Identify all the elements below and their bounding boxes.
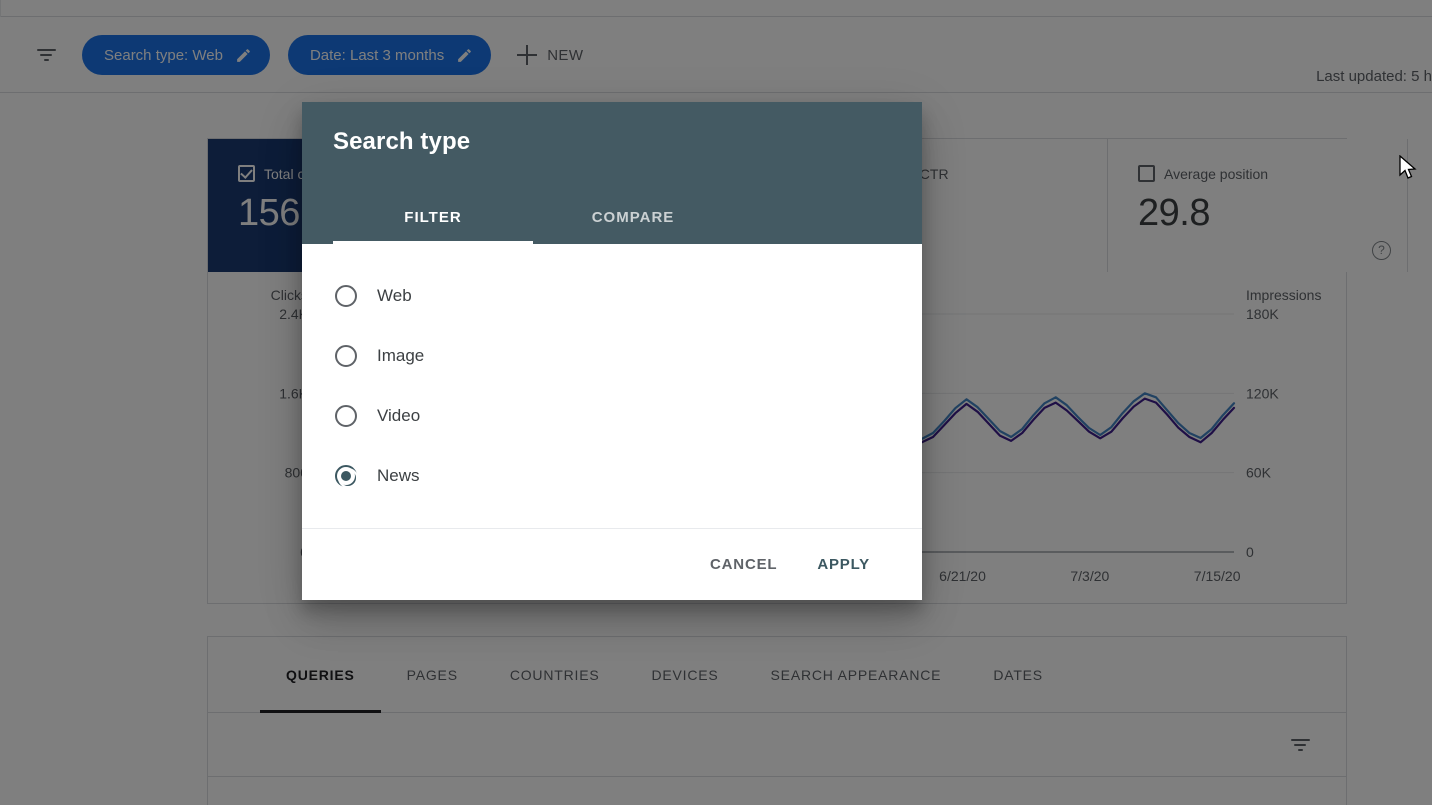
- radio-label-web: Web: [377, 286, 412, 306]
- dialog-tab-filter[interactable]: FILTER: [333, 209, 533, 244]
- radio-option-news[interactable]: News: [302, 446, 922, 506]
- radio-icon-web[interactable]: [335, 285, 357, 307]
- dialog-tabs: FILTER COMPARE: [302, 209, 733, 244]
- cancel-button[interactable]: CANCEL: [694, 546, 793, 583]
- radio-option-video[interactable]: Video: [302, 386, 922, 446]
- radio-icon-news[interactable]: [335, 465, 357, 487]
- app-root: Search type: Web Date: Last 3 months NEW…: [0, 0, 1432, 805]
- dialog-header: Search type FILTER COMPARE: [302, 102, 922, 244]
- apply-button[interactable]: APPLY: [801, 546, 886, 583]
- radio-label-news: News: [377, 466, 420, 486]
- dialog-footer: CANCEL APPLY: [302, 529, 922, 600]
- radio-label-image: Image: [377, 346, 424, 366]
- dialog-title: Search type: [302, 128, 922, 156]
- dialog-body: Web Image Video News: [302, 244, 922, 529]
- radio-icon-image[interactable]: [335, 345, 357, 367]
- radio-option-web[interactable]: Web: [302, 266, 922, 326]
- radio-option-image[interactable]: Image: [302, 326, 922, 386]
- search-type-dialog: Search type FILTER COMPARE Web Image Vid…: [302, 102, 922, 600]
- dialog-tab-compare[interactable]: COMPARE: [533, 209, 733, 244]
- radio-icon-video[interactable]: [335, 405, 357, 427]
- radio-label-video: Video: [377, 406, 420, 426]
